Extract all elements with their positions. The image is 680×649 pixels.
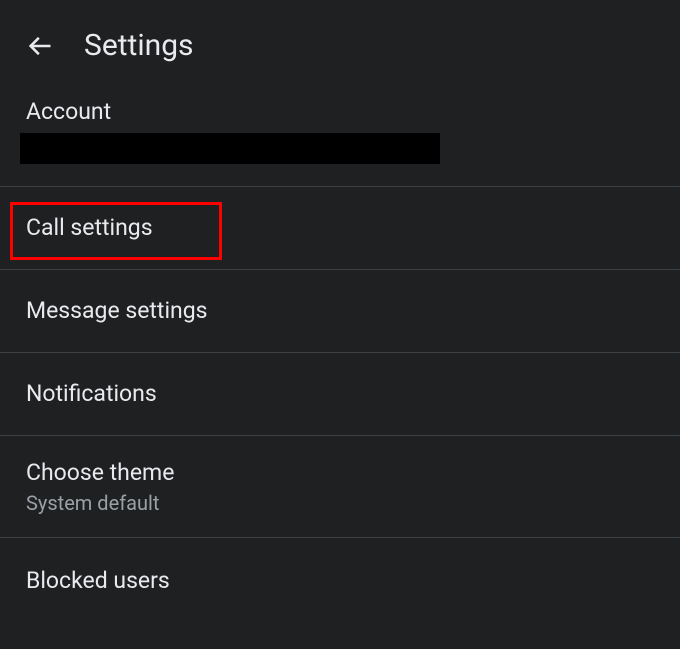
- back-button[interactable]: [26, 32, 54, 60]
- back-arrow-icon: [26, 32, 54, 60]
- message-settings-label: Message settings: [26, 296, 654, 326]
- settings-item-call-settings[interactable]: Call settings: [0, 187, 680, 270]
- account-value-redacted: [20, 133, 440, 164]
- settings-list: Account Call settings Message settings N…: [0, 87, 680, 618]
- settings-header: Settings: [0, 0, 680, 87]
- settings-item-notifications[interactable]: Notifications: [0, 353, 680, 436]
- blocked-users-label: Blocked users: [26, 566, 654, 596]
- theme-label: Choose theme: [26, 458, 654, 488]
- settings-item-choose-theme[interactable]: Choose theme System default: [0, 436, 680, 539]
- settings-item-blocked-users[interactable]: Blocked users: [0, 538, 680, 618]
- account-label: Account: [26, 97, 654, 127]
- page-title: Settings: [84, 28, 194, 63]
- settings-item-message-settings[interactable]: Message settings: [0, 270, 680, 353]
- call-settings-label: Call settings: [26, 213, 654, 243]
- notifications-label: Notifications: [26, 379, 654, 409]
- settings-item-account[interactable]: Account: [0, 87, 680, 187]
- theme-subtitle: System default: [26, 491, 654, 515]
